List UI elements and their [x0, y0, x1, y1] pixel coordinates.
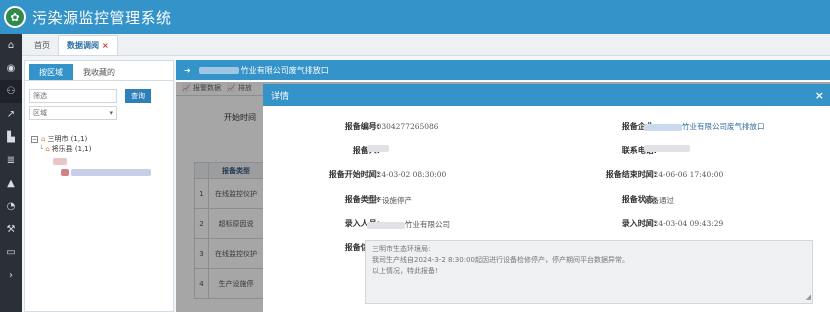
home-icon[interactable]: ⌂ — [0, 34, 22, 57]
redacted-text — [644, 145, 690, 152]
outlet-name: 竹业有限公司废气排放口 — [240, 65, 329, 75]
redacted-text — [53, 157, 67, 165]
tab-data-view[interactable]: 数据调阅 × — [58, 35, 118, 55]
tree-node-company[interactable] — [31, 156, 173, 166]
detail-modal: 详情 × 报备编号: 240304277265086 报备企业: 竹业有限公司废… — [263, 84, 830, 312]
tree-node-county[interactable]: └ ⌂ 将乐县 (1,1) — [31, 144, 173, 154]
tab-close-icon[interactable]: × — [102, 41, 109, 50]
tab-home[interactable]: 首页 — [26, 35, 58, 55]
status-value: 报备通过 — [644, 196, 674, 205]
redacted-text — [367, 145, 389, 152]
status-label: 报备状态: — [621, 195, 657, 204]
modal-header: 详情 × — [263, 84, 830, 106]
redacted-text — [61, 168, 69, 176]
end-time-label: 报备结束时间: — [605, 170, 657, 179]
region-select[interactable]: 区域 ▾ — [29, 106, 117, 120]
report-no-value: 240304277265086 — [367, 122, 439, 131]
start-time-label: 报备开始时间: — [328, 170, 380, 179]
tree-node-label: 三明市 (1,1) — [47, 135, 88, 143]
entry-person-value: 竹业有限公司 — [367, 219, 450, 230]
reporter-value — [367, 145, 389, 154]
company-label: 报备企业: — [621, 122, 657, 131]
leaf-logo-icon: ✿ — [4, 6, 26, 28]
tree-node-outlet[interactable] — [31, 167, 173, 177]
info-line: 以上情况，特此报备! — [372, 267, 438, 275]
redacted-text — [198, 66, 239, 74]
filter-input[interactable] — [29, 89, 117, 103]
pie-chart-icon[interactable]: ◔ — [0, 195, 22, 218]
app-title: 污染源监控管理系统 — [32, 8, 172, 27]
monitor-icon[interactable]: ▭ — [0, 241, 22, 264]
region-select-value: 区域 — [33, 109, 47, 117]
tree-line-icon: └ — [39, 145, 44, 153]
arrow-icon: ➜ — [184, 65, 191, 75]
info-line: 我司生产线自2024-3-2 8:30:00起因进行设备检修停产，停产期间平台数… — [372, 256, 629, 264]
phone-value — [644, 145, 690, 154]
folder-icon: ⌂ — [41, 135, 46, 143]
tab-bar: 首页 数据调阅 × — [22, 34, 830, 56]
tree-panel: 按区域 我收藏的 查询 区域 ▾ − ⌂ 三明市 (1,1) └ ⌂ 将乐县 (… — [24, 60, 174, 312]
gavel-icon[interactable]: ⚒ — [0, 218, 22, 241]
search-button[interactable]: 查询 — [125, 89, 151, 103]
main-header: ➜ 竹业有限公司废气排放口 — [176, 60, 830, 80]
app-header: ✿ 污染源监控管理系统 — [0, 0, 830, 34]
end-time-value: 2024-06-06 17:40:00 — [644, 170, 724, 179]
modal-title: 详情 — [271, 91, 290, 102]
entry-time-label: 录入时间: — [621, 219, 657, 228]
redacted-text — [644, 123, 682, 131]
tree-node-label: 将乐县 (1,1) — [51, 145, 92, 153]
start-time-value: 2024-03-02 08:30:00 — [367, 170, 447, 179]
binoculars-icon[interactable]: ⚇ — [0, 80, 22, 103]
warning-icon[interactable]: ▲ — [0, 172, 22, 195]
redacted-text — [71, 168, 151, 176]
phone-label: 联系电话: — [621, 146, 657, 155]
globe-icon[interactable]: ◉ — [0, 57, 22, 80]
collapse-icon[interactable]: − — [31, 135, 38, 143]
circle-arrow-icon[interactable]: › — [0, 264, 22, 287]
database-icon[interactable]: ≣ — [0, 149, 22, 172]
tab-data-view-label: 数据调阅 — [67, 41, 99, 50]
entry-time-value: 2024-03-04 09:43:29 — [644, 219, 724, 228]
redacted-text — [367, 221, 405, 229]
icon-rail: ⌂ ◉ ⚇ ↗ ▙ ≣ ▲ ◔ ⚒ ▭ › — [0, 34, 22, 312]
report-type-value: 生产设施停产 — [367, 196, 412, 205]
region-tree: − ⌂ 三明市 (1,1) └ ⌂ 将乐县 (1,1) — [25, 120, 173, 177]
report-info-textarea[interactable]: 三明市生态环境局: 我司生产线自2024-3-2 8:30:00起因进行设备检修… — [365, 240, 813, 304]
line-chart-icon[interactable]: ↗ — [0, 103, 22, 126]
bar-chart-icon[interactable]: ▙ — [0, 126, 22, 149]
tree-node-city[interactable]: − ⌂ 三明市 (1,1) — [31, 134, 173, 144]
close-icon[interactable]: × — [815, 89, 824, 102]
tab-favorites[interactable]: 我收藏的 — [73, 64, 125, 80]
tab-by-area[interactable]: 按区域 — [29, 64, 73, 80]
folder-icon: ⌂ — [45, 145, 50, 153]
chevron-down-icon: ▾ — [109, 109, 113, 117]
company-value[interactable]: 竹业有限公司废气排放口 — [644, 121, 765, 132]
info-line: 三明市生态环境局: — [372, 245, 431, 253]
resize-handle-icon[interactable]: ◢ — [806, 292, 811, 303]
